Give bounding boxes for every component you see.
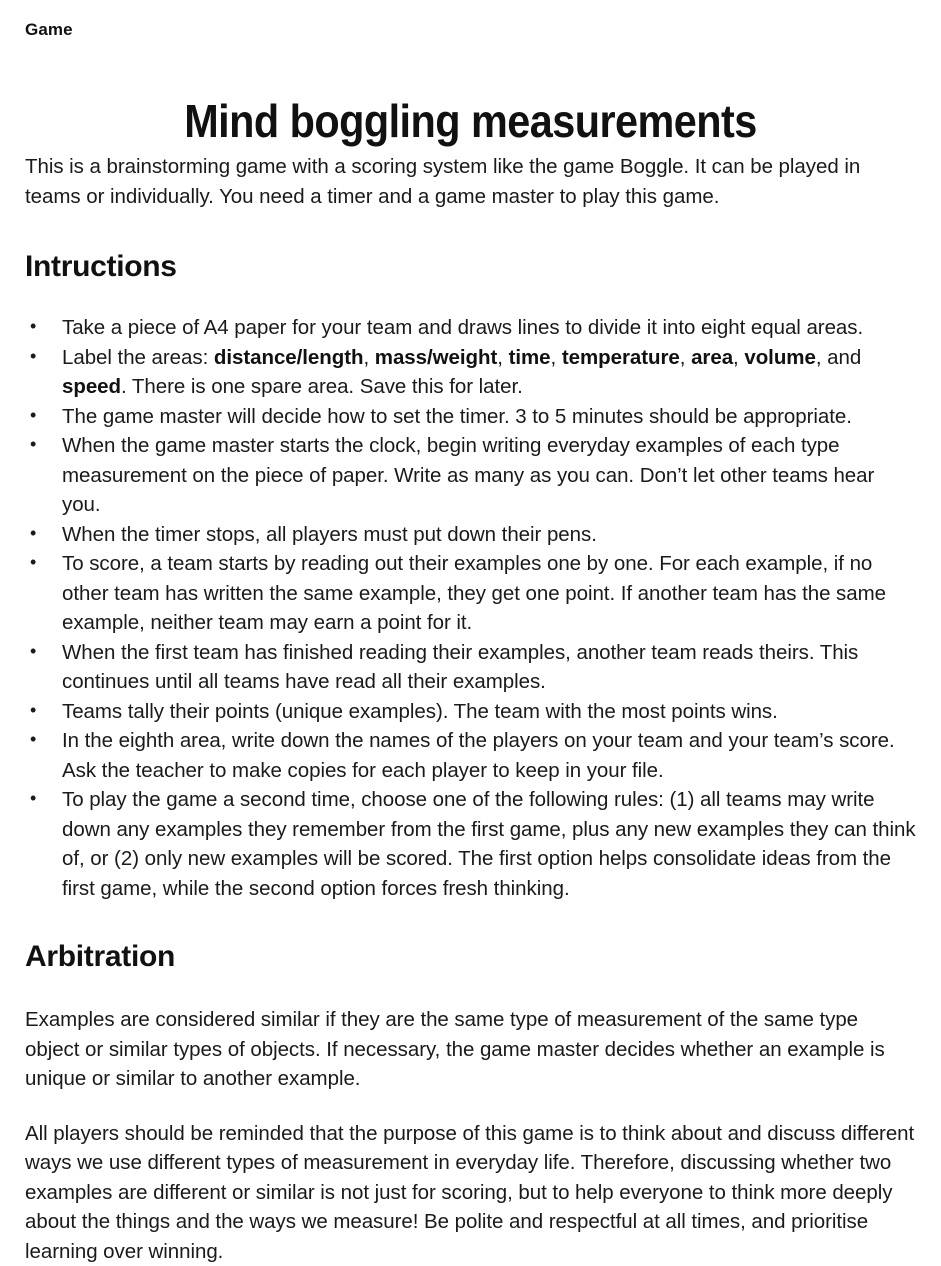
list-item-text: , xyxy=(680,346,691,369)
list-item-text: , xyxy=(733,346,744,369)
instructions-list: Take a piece of A4 paper for your team a… xyxy=(25,313,917,903)
spacer xyxy=(25,975,917,1005)
list-item-text: , xyxy=(363,346,374,369)
list-item-text: When the timer stops, all players must p… xyxy=(62,523,597,546)
list-item-text: , xyxy=(497,346,508,369)
list-item: The game master will decide how to set t… xyxy=(25,402,917,432)
document-page: Game Mind boggling measurements This is … xyxy=(0,0,941,1200)
spacer xyxy=(25,211,917,249)
list-item-text: When the first team has finished reading… xyxy=(62,641,858,694)
section-heading-arbitration: Arbitration xyxy=(25,939,917,975)
spacer xyxy=(25,1094,917,1119)
list-item-text: Teams tally their points (unique example… xyxy=(62,700,778,723)
emphasis-term: mass/weight xyxy=(375,346,498,369)
emphasis-term: speed xyxy=(62,375,121,398)
list-item: To score, a team starts by reading out t… xyxy=(25,549,917,638)
emphasis-term: temperature xyxy=(562,346,680,369)
section-heading-instructions: Intructions xyxy=(25,249,917,285)
list-item: Teams tally their points (unique example… xyxy=(25,697,917,727)
list-item-text: Label the areas: xyxy=(62,346,214,369)
spacer xyxy=(25,903,917,939)
document-body: This is a brainstorming game with a scor… xyxy=(25,152,917,1266)
emphasis-term: volume xyxy=(744,346,815,369)
list-item-text: To score, a team starts by reading out t… xyxy=(62,552,886,634)
page-title: Mind boggling measurements xyxy=(47,94,894,148)
list-item: In the eighth area, write down the names… xyxy=(25,726,917,785)
intro-paragraph: This is a brainstorming game with a scor… xyxy=(25,152,917,211)
list-item: To play the game a second time, choose o… xyxy=(25,785,917,903)
list-item-text: When the game master starts the clock, b… xyxy=(62,434,874,516)
list-item: When the timer stops, all players must p… xyxy=(25,520,917,550)
list-item-text: In the eighth area, write down the names… xyxy=(62,729,895,782)
list-item: When the first team has finished reading… xyxy=(25,638,917,697)
emphasis-term: distance/length xyxy=(214,346,364,369)
list-item: Take a piece of A4 paper for your team a… xyxy=(25,313,917,343)
emphasis-term: area xyxy=(691,346,733,369)
list-item-text: The game master will decide how to set t… xyxy=(62,405,852,428)
arbitration-paragraph-2: All players should be reminded that the … xyxy=(25,1119,917,1266)
list-item-text: , and xyxy=(816,346,861,369)
spacer xyxy=(25,285,917,313)
list-item-text: Take a piece of A4 paper for your team a… xyxy=(62,316,863,339)
category-label: Game xyxy=(25,19,73,41)
list-item-text: . There is one spare area. Save this for… xyxy=(121,375,523,398)
arbitration-paragraph-1: Examples are considered similar if they … xyxy=(25,1005,917,1094)
list-item-text: , xyxy=(551,346,562,369)
list-item: Label the areas: distance/length, mass/w… xyxy=(25,343,917,402)
list-item: When the game master starts the clock, b… xyxy=(25,431,917,520)
emphasis-term: time xyxy=(509,346,551,369)
list-item-text: To play the game a second time, choose o… xyxy=(62,788,916,900)
